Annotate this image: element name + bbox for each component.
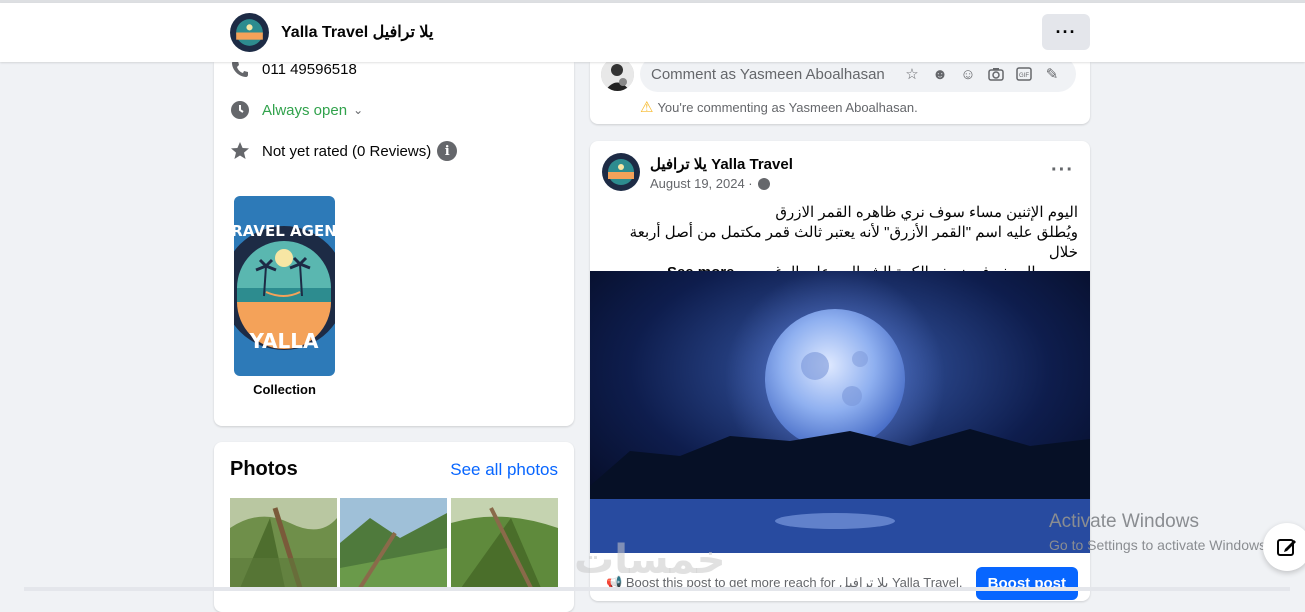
- post-author[interactable]: يلا ترافيل Yalla Travel: [650, 155, 793, 173]
- logo-top-text: TRAVEL AGENT: [234, 222, 335, 240]
- post-date-text[interactable]: August 19, 2024 ·: [650, 176, 753, 191]
- collection-thumbnail[interactable]: TRAVEL AGENT YALLA: [234, 196, 335, 376]
- activate-windows-overlay: Activate Windows Go to Settings to activ…: [1049, 511, 1270, 553]
- page-logo[interactable]: [229, 12, 270, 53]
- chevron-down-icon[interactable]: ⌄: [353, 103, 363, 117]
- header-more-button[interactable]: ···: [1042, 14, 1090, 50]
- sticker-icon[interactable]: ☆: [902, 65, 922, 83]
- new-message-button[interactable]: [1263, 523, 1305, 571]
- phone-icon: [230, 59, 250, 79]
- post-card: يلا ترافيل Yalla Travel August 19, 2024 …: [590, 141, 1090, 601]
- rating-row: Not yet rated (0 Reviews) i: [230, 141, 458, 161]
- comment-placeholder[interactable]: Comment as Yasmeen Aboalhasan: [651, 66, 885, 83]
- post-image[interactable]: [590, 271, 1090, 553]
- page-header: Yalla Travel يلا ترافيل ···: [0, 3, 1305, 62]
- hours-status[interactable]: Always open: [262, 102, 347, 119]
- edit-icon: [1277, 539, 1296, 556]
- comment-tools: ☆ ☻ ☺ GIF ✎: [902, 65, 1062, 84]
- sticker-alt-icon[interactable]: ✎: [1042, 65, 1062, 83]
- watermark: خمسات: [574, 537, 726, 583]
- hours-row[interactable]: Always open ⌄: [230, 100, 363, 120]
- warning-text: You're commenting as Yasmeen Aboalhasan.: [657, 99, 918, 115]
- commenting-as-warning: ⚠ You're commenting as Yasmeen Aboalhasa…: [640, 98, 918, 116]
- photo-thumbnail[interactable]: [340, 498, 447, 588]
- see-all-photos-link[interactable]: See all photos: [450, 460, 558, 480]
- photos-title[interactable]: Photos: [230, 458, 298, 481]
- gif-icon[interactable]: GIF: [1014, 65, 1034, 83]
- emoji-icon[interactable]: ☺: [958, 65, 978, 83]
- phone-number[interactable]: 011 49596518: [262, 61, 357, 78]
- camera-icon[interactable]: [986, 65, 1006, 83]
- post-timestamp[interactable]: August 19, 2024 ·: [650, 176, 770, 191]
- logo-bottom-text: YALLA: [248, 329, 319, 353]
- globe-icon: [757, 177, 770, 190]
- clock-icon: [230, 100, 250, 120]
- star-icon: [230, 141, 250, 161]
- activate-subtitle: Go to Settings to activate Windows.: [1049, 537, 1270, 553]
- info-icon[interactable]: i: [437, 141, 458, 161]
- phone-row: 011 49596518: [230, 59, 357, 79]
- collection-label[interactable]: Collection: [234, 382, 335, 397]
- avatar-sticker-icon[interactable]: ☻: [930, 65, 950, 83]
- avatar[interactable]: [601, 58, 634, 91]
- boost-post-button[interactable]: Boost post: [975, 567, 1078, 600]
- rating-text: Not yet rated (0 Reviews): [262, 142, 432, 160]
- comment-card: Comment as Yasmeen Aboalhasan ☆ ☻ ☺ GIF …: [590, 56, 1090, 124]
- post-line: ويُطلق عليه اسم "القمر الأزرق" لأنه يعتب…: [629, 224, 1078, 261]
- activate-title: Activate Windows: [1049, 511, 1199, 532]
- page-title[interactable]: Yalla Travel يلا ترافيل: [281, 22, 433, 42]
- warning-icon: ⚠: [640, 99, 654, 116]
- svg-text:GIF: GIF: [1019, 73, 1029, 79]
- post-avatar[interactable]: [601, 152, 641, 192]
- post-line: اليوم الإثنين مساء سوف نري ظاهره القمر ا…: [775, 204, 1078, 221]
- intro-card: 011 49596518 Always open ⌄ Not yet rated…: [214, 59, 574, 426]
- photo-thumbnail[interactable]: [451, 498, 558, 588]
- bottom-strip: [24, 587, 1290, 591]
- photo-thumbnail[interactable]: [230, 498, 337, 588]
- post-more-button[interactable]: ···: [1051, 159, 1074, 182]
